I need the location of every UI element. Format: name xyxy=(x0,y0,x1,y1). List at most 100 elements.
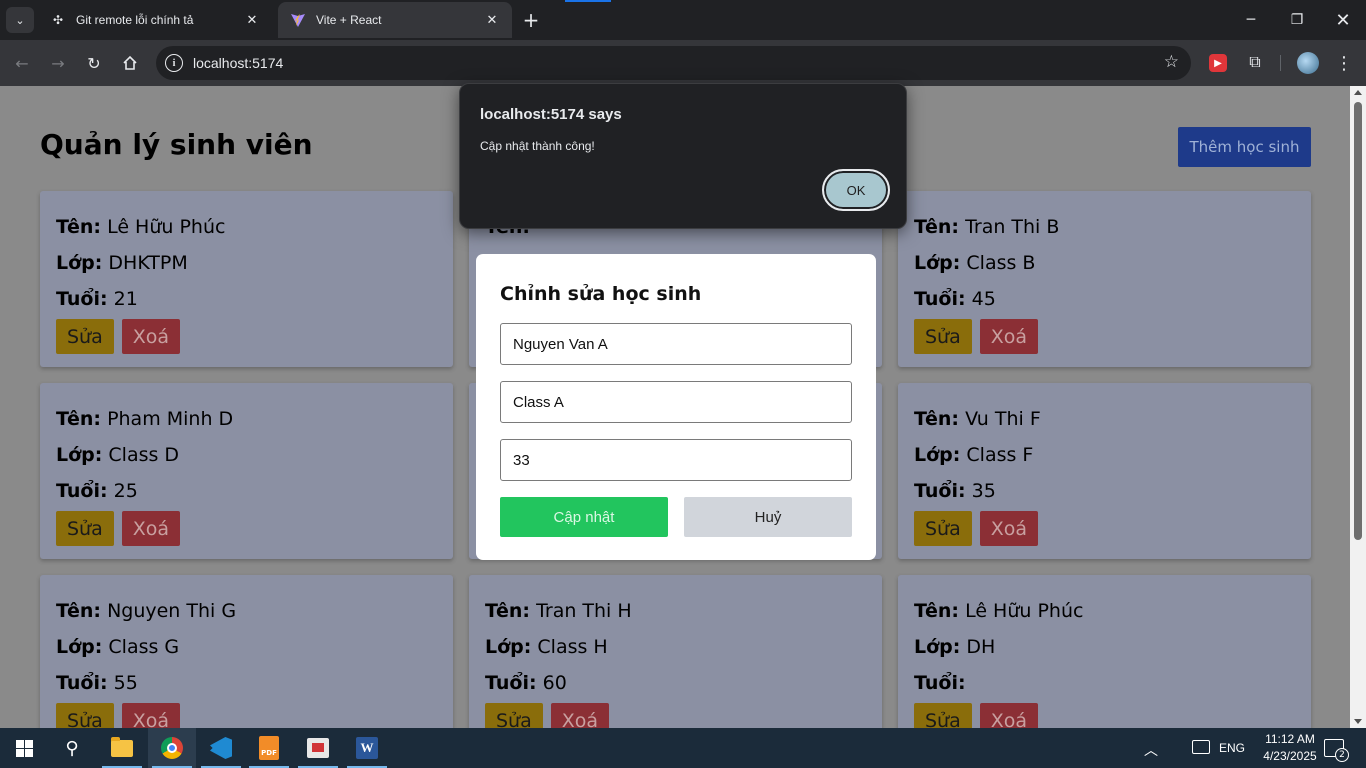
student-age: 55 xyxy=(113,672,138,694)
taskbar-chrome[interactable] xyxy=(148,728,196,768)
delete-button[interactable]: Xoá xyxy=(121,703,181,728)
close-icon[interactable]: ✕ xyxy=(244,12,260,28)
word-icon: W xyxy=(356,737,378,759)
student-name-row: Tên: Pham Minh D xyxy=(56,401,437,437)
student-class-row: Lớp: Class G xyxy=(56,629,437,665)
student-class: DHKTPM xyxy=(108,252,188,274)
scrollbar-thumb[interactable] xyxy=(1354,102,1362,540)
taskbar-snipping-tool[interactable] xyxy=(294,728,342,768)
name-label: Tên: xyxy=(485,600,531,622)
search-icon: ⚲ xyxy=(65,737,79,759)
home-button[interactable] xyxy=(116,49,144,77)
tab-strip-accent xyxy=(565,0,611,2)
alert-message: Cập nhật thành công! xyxy=(480,139,595,153)
profile-avatar[interactable] xyxy=(1297,52,1319,74)
search-button[interactable]: ⚲ xyxy=(48,728,96,768)
edit-button[interactable]: Sửa xyxy=(56,319,114,354)
student-name: Pham Minh D xyxy=(107,408,234,430)
tab-search-button[interactable]: ⌄ xyxy=(6,7,34,33)
name-label: Tên: xyxy=(914,600,960,622)
restore-icon: ❐ xyxy=(1290,12,1304,28)
taskbar-word[interactable]: W xyxy=(343,728,391,768)
taskbar-vscode[interactable] xyxy=(197,728,245,768)
delete-button[interactable]: Xoá xyxy=(121,319,181,354)
input-language[interactable]: ENG xyxy=(1219,741,1245,755)
edit-button[interactable]: Sửa xyxy=(56,511,114,546)
student-class-row: Lớp: DHKTPM xyxy=(56,245,437,281)
page-scrollbar[interactable] xyxy=(1350,86,1366,728)
restore-button[interactable]: ❐ xyxy=(1274,0,1320,40)
system-clock[interactable]: 11:12 AM 4/23/2025 xyxy=(1250,731,1330,765)
name-label: Tên: xyxy=(56,408,102,430)
student-name-row: Tên: Vu Thi F xyxy=(914,401,1295,437)
notification-count: 2 xyxy=(1335,748,1349,762)
student-class-row: Lớp: Class F xyxy=(914,437,1295,473)
close-icon[interactable]: ✕ xyxy=(484,12,500,28)
modal-title: Chỉnh sửa học sinh xyxy=(500,283,702,305)
close-icon: ✕ xyxy=(1335,9,1351,31)
browser-toolbar: ← → ↻ i localhost:5174 ☆ ▶ ⧉ ⋮ xyxy=(0,40,1366,86)
forward-button[interactable]: → xyxy=(44,49,72,77)
network-icon[interactable] xyxy=(1192,740,1210,754)
menu-kebab-icon[interactable]: ⋮ xyxy=(1334,51,1354,75)
edit-button[interactable]: Sửa xyxy=(56,703,114,728)
notification-center-icon[interactable]: 2 xyxy=(1324,739,1349,762)
delete-button[interactable]: Xoá xyxy=(550,703,610,728)
class-input[interactable]: Class A xyxy=(500,381,852,423)
class-label: Lớp: xyxy=(914,444,961,466)
age-input[interactable]: 33 xyxy=(500,439,852,481)
clock-time: 11:12 AM xyxy=(1265,732,1315,746)
delete-button[interactable]: Xoá xyxy=(979,319,1039,354)
class-label: Lớp: xyxy=(56,636,103,658)
tab-vite-react[interactable]: Vite + React ✕ xyxy=(278,2,512,38)
extensions-puzzle-icon[interactable]: ⧉ xyxy=(1244,51,1266,73)
alert-dialog: localhost:5174 says Cập nhật thành công!… xyxy=(459,83,907,229)
edit-button[interactable]: Sửa xyxy=(914,511,972,546)
cancel-button[interactable]: Huỷ xyxy=(684,497,852,537)
scroll-down-arrow[interactable] xyxy=(1354,719,1362,724)
student-card: Tên: Tran Thi H Lớp: Class H Tuổi: 60 Sử… xyxy=(469,575,882,728)
back-button[interactable]: ← xyxy=(8,49,36,77)
add-student-button[interactable]: Thêm học sinh xyxy=(1178,127,1311,167)
taskbar-file-explorer[interactable] xyxy=(98,728,146,768)
student-name: Nguyen Thi G xyxy=(107,600,237,622)
taskbar-pdf-reader[interactable]: PDF xyxy=(245,728,293,768)
student-name-row: Tên: Nguyen Thi G xyxy=(56,593,437,629)
class-label: Lớp: xyxy=(56,252,103,274)
ok-button[interactable]: OK xyxy=(822,169,890,211)
student-card: Tên: Lê Hữu Phúc Lớp: DHKTPM Tuổi: 21 Sử… xyxy=(40,191,453,367)
minimize-button[interactable]: ─ xyxy=(1228,0,1274,40)
bookmark-star-icon[interactable]: ☆ xyxy=(1164,52,1179,72)
extension-red-icon[interactable]: ▶ xyxy=(1209,54,1227,72)
close-window-button[interactable]: ✕ xyxy=(1320,0,1366,40)
start-button[interactable] xyxy=(0,728,48,768)
tab-chatgpt[interactable]: ✣ Git remote lỗi chính tả ✕ xyxy=(38,2,272,38)
alert-title: localhost:5174 says xyxy=(480,106,622,123)
tray-overflow-chevron-icon[interactable]: ︿ xyxy=(1144,740,1158,760)
student-age-row: Tuổi: 21 xyxy=(56,281,437,317)
delete-button[interactable]: Xoá xyxy=(979,511,1039,546)
edit-button[interactable]: Sửa xyxy=(914,703,972,728)
edit-button[interactable]: Sửa xyxy=(485,703,543,728)
new-tab-button[interactable]: + xyxy=(519,8,543,32)
edit-button[interactable]: Sửa xyxy=(914,319,972,354)
address-bar[interactable]: i localhost:5174 ☆ xyxy=(156,46,1191,80)
age-label: Tuổi: xyxy=(56,672,108,694)
update-button[interactable]: Cập nhật xyxy=(500,497,668,537)
scroll-up-arrow[interactable] xyxy=(1354,90,1362,95)
student-class: Class B xyxy=(966,252,1036,274)
clock-date: 4/23/2025 xyxy=(1263,749,1317,763)
student-name-row: Tên: Lê Hữu Phúc xyxy=(56,209,437,245)
student-name: Tran Thi B xyxy=(965,216,1060,238)
delete-button[interactable]: Xoá xyxy=(979,703,1039,728)
student-name-row: Tên: Tran Thi H xyxy=(485,593,866,629)
student-name: Lê Hữu Phúc xyxy=(965,600,1084,622)
name-input[interactable]: Nguyen Van A xyxy=(500,323,852,365)
edit-student-modal: Chỉnh sửa học sinh Nguyen Van A Class A … xyxy=(476,254,876,560)
student-class-row: Lớp: Class B xyxy=(914,245,1295,281)
folder-icon xyxy=(111,736,133,757)
reload-button[interactable]: ↻ xyxy=(80,49,108,77)
tab-title: Git remote lỗi chính tả xyxy=(76,13,194,27)
site-info-icon[interactable]: i xyxy=(165,54,183,72)
delete-button[interactable]: Xoá xyxy=(121,511,181,546)
